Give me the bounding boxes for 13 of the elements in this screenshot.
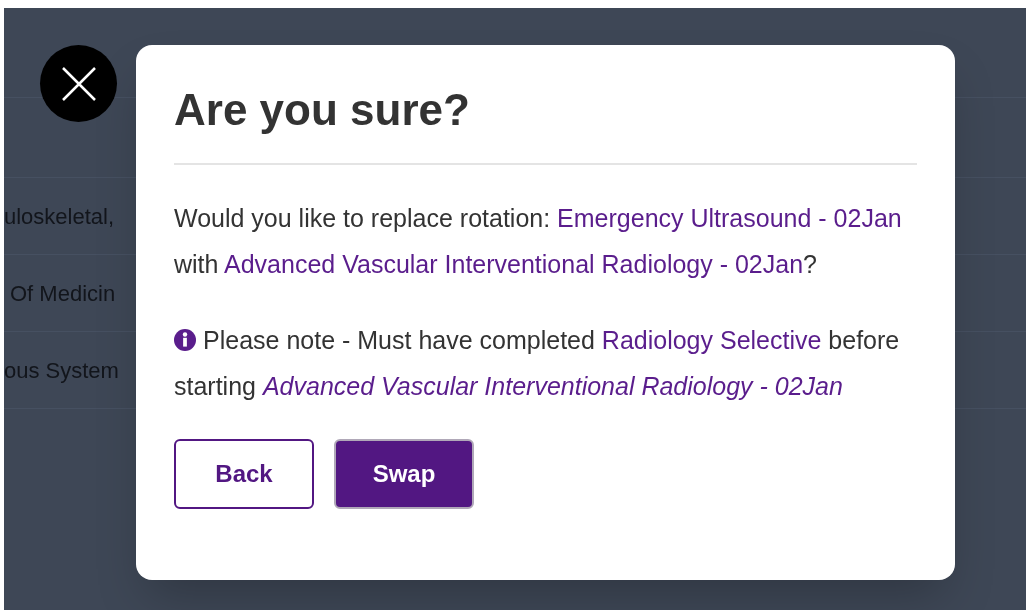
back-button[interactable]: Back	[174, 439, 314, 509]
swap-button[interactable]: Swap	[334, 439, 474, 509]
row-label: uloskeletal,	[4, 202, 115, 231]
rotation-link[interactable]: Advanced Vascular Interventional Radiology - 02Jan	[224, 250, 804, 278]
row-label: Of Medicin	[9, 279, 116, 308]
close-icon	[60, 65, 97, 102]
dialog-message: Would you like to replace rotation: Emergency Ultrasound - 02Jan with Advanced Vascular Interventional Radiology - 02Jan?	[174, 203, 903, 280]
rotation-link[interactable]: Emergency Ultrasound - 02Jan	[557, 204, 902, 232]
rotation-link[interactable]: Radiology Selective	[601, 326, 822, 354]
row-label: ous System	[4, 356, 119, 385]
rotation-link[interactable]: Advanced Vascular Interventional Radiology - 02Jan	[262, 372, 843, 400]
dialog-message: Please note - Must have completed Radiology Selective before starting Advanced Vascular Interventional Radiology - 02Jan	[174, 325, 901, 402]
dialog-title: Are you sure?	[174, 85, 471, 135]
